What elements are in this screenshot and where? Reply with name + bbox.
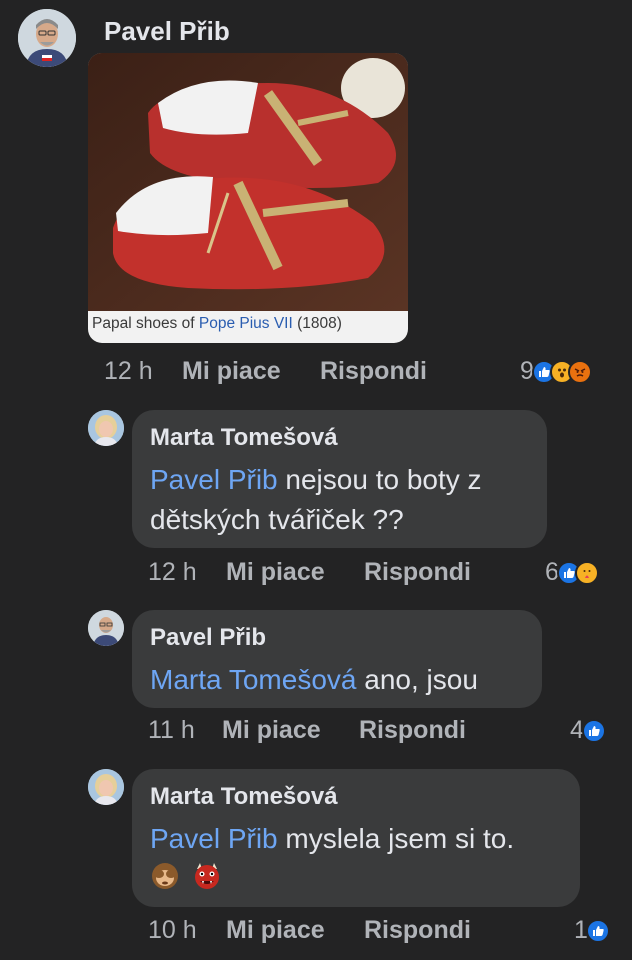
care-icon (574, 560, 599, 585)
reply-button[interactable]: Rispondi (364, 558, 471, 587)
shared-image[interactable]: Papal shoes of Pope Pius VII (1808) (88, 53, 408, 343)
mention-link[interactable]: Pavel Přib (150, 464, 278, 495)
avatar[interactable] (88, 410, 124, 446)
timestamp[interactable]: 12 h (148, 558, 197, 587)
comment-author[interactable]: Marta Tomešová (150, 424, 338, 452)
comment-bubble: Marta Tomešová Pavel Přib myslela jsem s… (132, 769, 580, 907)
comment-text: Pavel Přib nejsou to boty z dětských tvá… (150, 464, 482, 535)
like-button[interactable]: Mi piace (226, 916, 325, 945)
caption-link[interactable]: Pope Pius VII (199, 315, 293, 332)
timestamp[interactable]: 10 h (148, 916, 197, 945)
avatar[interactable] (88, 610, 124, 646)
like-button[interactable]: Mi piace (222, 716, 321, 745)
reaction-summary[interactable]: 9 (520, 357, 592, 386)
image-caption: Papal shoes of Pope Pius VII (1808) (92, 315, 342, 332)
reply-button[interactable]: Rispondi (364, 916, 471, 945)
timestamp[interactable]: 11 h (148, 716, 195, 745)
comment-bubble: Pavel Přib Marta Tomešová ano, jsou (132, 610, 542, 708)
reaction-summary[interactable]: 1 (574, 916, 610, 945)
comment-author[interactable]: Marta Tomešová (150, 783, 338, 811)
reaction-summary[interactable]: 6 (545, 558, 599, 587)
ogre-icon (195, 863, 219, 889)
avatar[interactable] (88, 769, 124, 805)
comment-text: Marta Tomešová ano, jsou (150, 664, 478, 695)
emoji-row (150, 861, 222, 891)
angry-icon (567, 359, 592, 384)
timestamp[interactable]: 12 h (104, 357, 153, 386)
reply-button[interactable]: Rispondi (320, 357, 427, 386)
papal-shoes-image (88, 53, 408, 311)
comment-text: Pavel Přib myslela jsem si to. (150, 823, 515, 854)
mention-link[interactable]: Pavel Přib (150, 823, 278, 854)
profile-photo (88, 410, 124, 446)
see-no-evil-monkey-icon (152, 863, 178, 889)
mention-link[interactable]: Marta Tomešová (150, 664, 356, 695)
profile-photo (88, 610, 124, 646)
avatar[interactable] (18, 9, 76, 67)
comment-bubble: Marta Tomešová Pavel Přib nejsou to boty… (132, 410, 547, 548)
post-author[interactable]: Pavel Přib (104, 16, 230, 47)
like-icon (585, 918, 610, 943)
like-button[interactable]: Mi piace (182, 357, 281, 386)
like-button[interactable]: Mi piace (226, 558, 325, 587)
profile-photo (88, 769, 124, 805)
reaction-summary[interactable]: 4 (570, 716, 606, 745)
profile-photo (18, 9, 76, 67)
like-icon (581, 718, 606, 743)
reply-button[interactable]: Rispondi (359, 716, 466, 745)
comment-author[interactable]: Pavel Přib (150, 624, 266, 652)
